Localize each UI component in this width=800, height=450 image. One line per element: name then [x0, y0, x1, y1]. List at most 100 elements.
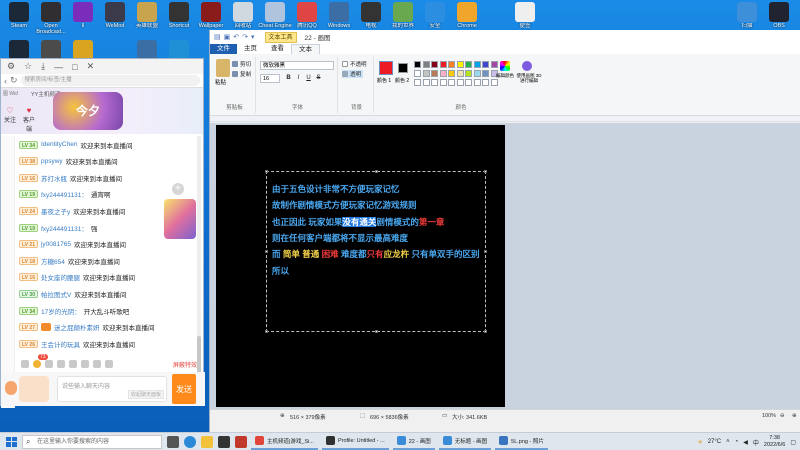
chat-message[interactable]: LV 38 ppsywy 欢迎来到本直播间 [19, 156, 118, 167]
chat-username[interactable]: 处女座的腰腿 [41, 272, 80, 282]
block-effects-toggle[interactable]: 屏蔽特效 [173, 360, 197, 369]
chat-message[interactable]: LV 19 fxy244491131：强 [19, 222, 97, 233]
save-icon[interactable]: ▣ [224, 33, 231, 41]
taskbar-app[interactable]: 主机频道|游戏_Si... [251, 434, 318, 450]
side-promo-image[interactable] [164, 199, 196, 239]
volume-icon[interactable]: ◀ [743, 439, 748, 446]
chat-message[interactable]: LV 27 迷之屁颠朴素妍 欢迎来到本直播间 [19, 322, 154, 333]
gear-icon[interactable]: ⚙ [7, 61, 15, 72]
send-button[interactable]: 发送 [172, 374, 196, 404]
chat-username[interactable]: jy0081765 [41, 241, 71, 248]
chat-username[interactable]: IdentityChen [41, 141, 78, 148]
weather-icon[interactable]: ☀ [697, 439, 702, 446]
palette-swatch[interactable] [422, 70, 430, 77]
palette-swatch[interactable] [473, 61, 481, 68]
box-icon[interactable] [81, 360, 89, 368]
palette-swatch-empty[interactable] [439, 79, 447, 86]
gift-icon[interactable]: 73 [33, 354, 48, 368]
palette-swatch[interactable] [431, 61, 438, 68]
resize-handle[interactable] [265, 250, 268, 253]
palette-swatch-empty[interactable] [414, 79, 421, 86]
tray-arrow-icon[interactable]: ˄ [726, 439, 730, 445]
fan-icon[interactable] [57, 360, 65, 368]
desktop-icon[interactable]: Steam [2, 2, 36, 35]
clock[interactable]: 7:38 2022/6/6 [764, 435, 785, 449]
chat-username[interactable]: 王会计的玩具 [41, 339, 80, 349]
paste-icon[interactable] [216, 59, 230, 77]
copy-button[interactable]: 复制 [232, 70, 251, 78]
palette-swatch-empty[interactable] [431, 79, 438, 86]
chat-message[interactable]: LV 30 帕拉图式V 欢迎来到本直播间 [19, 288, 126, 299]
download-icon[interactable]: ⤓ [41, 61, 45, 72]
color1-swatch[interactable] [379, 61, 393, 75]
underline-button[interactable]: U [304, 74, 313, 83]
resize-handle[interactable] [484, 250, 487, 253]
resize-handle[interactable] [265, 170, 268, 173]
palette-swatch[interactable] [456, 70, 464, 77]
context-tab-text-tools[interactable]: 文本工具 [264, 31, 297, 43]
desktop-icon[interactable]: WeMod [98, 2, 132, 35]
resize-handle[interactable] [484, 170, 487, 173]
star-icon[interactable]: ☆ [24, 61, 32, 72]
tab-file[interactable]: 文件 [210, 44, 237, 54]
palette-swatch-empty[interactable] [456, 79, 464, 86]
temperature[interactable]: 27°C [708, 439, 721, 445]
canvas[interactable]: 由于五色设计非常不方便玩家记忆 故制作剧情模式方便玩家记忆游戏规则 也正因此 玩家如… [216, 125, 505, 407]
back-icon[interactable]: ‹ [4, 76, 7, 86]
chat-username[interactable]: fxy244491131： [41, 223, 88, 233]
chat-username[interactable]: 帕拉图式V [41, 289, 71, 299]
coin-icon[interactable] [69, 360, 77, 368]
desktop-icon[interactable]: Shortcut [162, 2, 196, 35]
collapse-chat-button[interactable]: 收起聊天面板 [127, 390, 164, 399]
task-view-icon[interactable] [167, 435, 179, 448]
chat-message[interactable]: LV 16 处女座的腰腿 欢迎来到本直播间 [19, 272, 135, 283]
store-icon[interactable] [218, 435, 230, 448]
palette-swatch-empty[interactable] [473, 79, 481, 86]
palette-swatch[interactable] [439, 61, 447, 68]
chat-username[interactable]: 迷之屁颠朴素妍 [54, 322, 100, 332]
chat-input[interactable]: 说些输入聊天内容 收起聊天面板 [57, 376, 167, 402]
palette-swatch[interactable] [439, 70, 447, 77]
client-button[interactable]: ♥ 客户端 [22, 106, 36, 133]
palette-swatch[interactable] [422, 61, 430, 68]
italic-button[interactable]: I [294, 74, 303, 83]
desktop-icon[interactable]: Open Broadcast... [34, 2, 68, 35]
chat-message[interactable]: LV 34 IdentityChen 欢迎来到本直播间 [19, 139, 132, 150]
paint3d-button[interactable]: 使用画图 3D 进行编辑 [514, 73, 544, 83]
palette-swatch-empty[interactable] [490, 79, 498, 86]
palette-swatch[interactable] [465, 61, 472, 68]
refresh-icon[interactable]: ↻ [10, 75, 18, 86]
gift-panel-icon[interactable] [19, 376, 49, 402]
bold-button[interactable]: B [284, 74, 293, 83]
paint-app-icon[interactable]: ▤ [214, 33, 221, 41]
palette-swatch[interactable] [431, 70, 438, 77]
palette-swatch[interactable] [473, 70, 481, 77]
app-icon[interactable] [235, 435, 247, 448]
image-icon[interactable] [45, 360, 53, 368]
taskbar-search-input[interactable]: 在这里输入你要搜索的内容 [22, 434, 162, 449]
minimize-icon[interactable]: — [54, 62, 63, 72]
network-icon[interactable]: ◔ [735, 439, 739, 445]
tab-view[interactable]: 查看 [264, 44, 291, 54]
maximize-icon[interactable]: □ [72, 62, 77, 72]
resize-handle[interactable] [484, 330, 487, 333]
chat-username[interactable]: fxy244491131： [41, 189, 88, 199]
zoom-in-icon[interactable]: ⊕ [792, 413, 797, 419]
edit-colors-button[interactable]: 编辑颜色 [496, 73, 514, 78]
resize-handle[interactable] [375, 170, 378, 173]
cut-button[interactable]: 剪切 [232, 60, 251, 68]
taskbar-app[interactable]: Profile: Untitled - ... [321, 434, 389, 450]
follow-button[interactable]: ♡ 关注 [3, 106, 17, 133]
close-icon[interactable]: ✕ [87, 61, 95, 72]
paint3d-icon[interactable] [522, 61, 532, 71]
dropdown-icon[interactable]: ▾ [251, 33, 255, 41]
palette-swatch[interactable] [490, 61, 498, 68]
palette-swatch[interactable] [465, 70, 472, 77]
paste-button[interactable]: 粘贴 [215, 78, 226, 86]
chat-message[interactable]: LV 24 墨夜之子y 欢迎来到本直播间 [19, 205, 125, 216]
event-logo[interactable]: 今夕 [53, 92, 123, 130]
chat-username[interactable]: 墨夜之子y [41, 206, 70, 216]
opaque-option[interactable]: 不透明 [342, 60, 367, 68]
edit-colors-icon[interactable] [500, 61, 510, 71]
palette-swatch[interactable] [448, 70, 455, 77]
